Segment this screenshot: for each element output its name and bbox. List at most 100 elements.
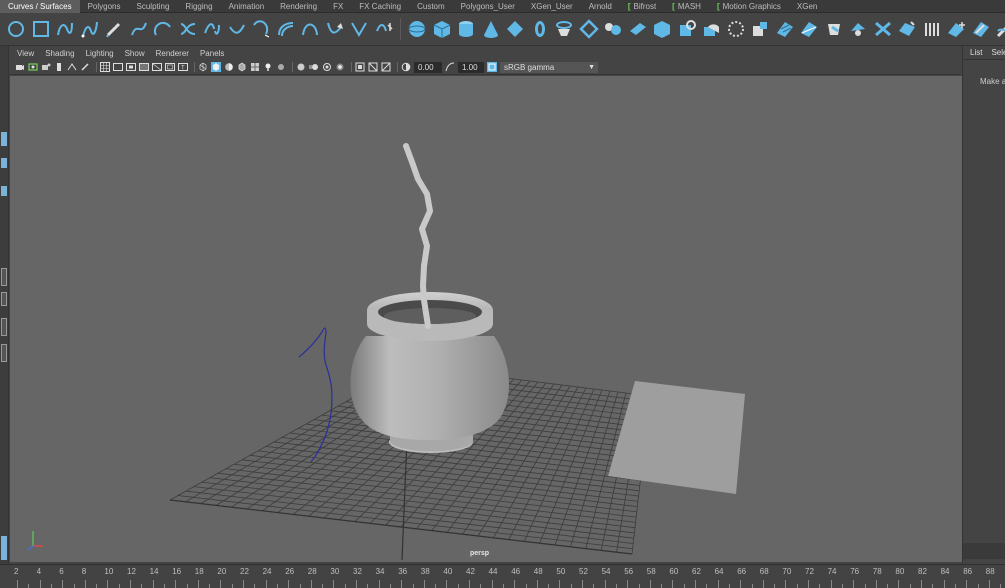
safe-title-icon[interactable]: T (178, 62, 188, 72)
shadows-icon[interactable] (276, 62, 286, 72)
add-points-icon[interactable] (374, 19, 394, 39)
extend-surface-icon[interactable] (946, 19, 966, 39)
cv-curve-icon[interactable] (55, 19, 75, 39)
sculpt-tool-icon[interactable] (995, 19, 1005, 39)
wireframe-on-shaded-icon[interactable] (237, 62, 247, 72)
default-material-icon[interactable] (224, 62, 234, 72)
shelf-tab-arnold[interactable]: Arnold (581, 0, 620, 13)
color-space-dropdown[interactable]: sRGB gamma ▼ (500, 61, 598, 73)
screen-space-ao-icon[interactable] (296, 62, 306, 72)
offset-curve-icon[interactable] (276, 19, 296, 39)
select-camera-icon[interactable] (15, 62, 25, 72)
time-slider[interactable]: 2 4 6 8 10 12 14 16 18 20 22 24 26 28 30 32 34 36 38 40 42 44… (0, 564, 1005, 588)
nurbs-cone-icon[interactable] (481, 19, 501, 39)
shelf-tab-rendering[interactable]: Rendering (272, 0, 325, 13)
tool-marker[interactable] (1, 186, 7, 196)
ep-curve-icon[interactable] (80, 19, 100, 39)
layout-button[interactable] (1, 268, 7, 286)
tool-marker[interactable] (1, 536, 7, 560)
shelf-tab-animation[interactable]: Animation (221, 0, 273, 13)
outliner-tab-list[interactable]: List (970, 48, 982, 57)
textured-icon[interactable] (250, 62, 260, 72)
shelf-tab-sculpting[interactable]: Sculpting (129, 0, 178, 13)
camera-attributes-icon[interactable] (28, 62, 38, 72)
shelf-tab-fx[interactable]: FX (325, 0, 351, 13)
anti-aliasing-icon[interactable] (322, 62, 332, 72)
layout-button[interactable] (1, 344, 7, 362)
attach-surfaces-icon[interactable] (848, 19, 868, 39)
tool-marker[interactable] (1, 132, 7, 146)
gate-mask-icon[interactable] (139, 62, 149, 72)
panel-menu-show[interactable]: Show (125, 49, 145, 58)
shelf-tab-curves-surfaces[interactable]: Curves / Surfaces (0, 0, 80, 13)
planar-icon[interactable] (603, 19, 623, 39)
lights-icon[interactable] (263, 62, 273, 72)
project-curve-icon[interactable] (750, 19, 770, 39)
panel-menu-panels[interactable]: Panels (200, 49, 224, 58)
tool-marker[interactable] (1, 158, 7, 168)
panel-menu-lighting[interactable]: Lighting (86, 49, 114, 58)
detach-curves-icon[interactable] (202, 19, 222, 39)
perspective-viewport[interactable]: persp (10, 76, 962, 562)
smooth-shade-icon[interactable] (211, 62, 221, 72)
isolate-select-icon[interactable] (355, 62, 365, 72)
insert-isoparm-icon[interactable] (922, 19, 942, 39)
shelf-tab-rigging[interactable]: Rigging (177, 0, 220, 13)
color-management-icon[interactable] (487, 62, 497, 72)
extrude-icon[interactable] (628, 19, 648, 39)
boundary-icon[interactable] (677, 19, 697, 39)
safe-action-icon[interactable] (165, 62, 175, 72)
bookmark-icon[interactable] (41, 62, 51, 72)
shelf-tab-polygons[interactable]: Polygons (80, 0, 129, 13)
shelf-tab-motion-graphics[interactable]: [Motion Graphics (709, 0, 789, 13)
nurbs-sphere-icon[interactable] (407, 19, 427, 39)
image-plane-icon[interactable] (54, 62, 64, 72)
reverse-curve-icon[interactable] (325, 19, 345, 39)
birail-icon[interactable] (652, 19, 672, 39)
shelf-tab-xgen-user[interactable]: XGen_User (523, 0, 581, 13)
scene-canvas[interactable] (10, 76, 962, 562)
nurbs-plane-icon[interactable] (505, 19, 525, 39)
two-d-pan-icon[interactable] (67, 62, 77, 72)
shelf-tab-custom[interactable]: Custom (409, 0, 453, 13)
resolution-gate-icon[interactable] (126, 62, 136, 72)
depth-of-field-icon[interactable] (335, 62, 345, 72)
shelf-tab-xgen[interactable]: XGen (789, 0, 825, 13)
rebuild-curve-icon[interactable] (300, 19, 320, 39)
loft-icon[interactable] (578, 19, 599, 39)
open-close-icon[interactable] (897, 19, 917, 39)
layout-button[interactable] (1, 292, 7, 306)
panel-menu-shading[interactable]: Shading (45, 49, 74, 58)
shelf-tab-fx-caching[interactable]: FX Caching (351, 0, 409, 13)
gamma-field[interactable]: 1.00 (458, 61, 484, 73)
nurbs-square-icon[interactable] (31, 19, 51, 39)
nurbs-cube-icon[interactable] (432, 19, 452, 39)
extend-curve-icon[interactable] (251, 19, 271, 39)
attach-curves-icon[interactable] (178, 19, 198, 39)
shelf-tab-bifrost[interactable]: [Bifrost (620, 0, 664, 13)
panel-menu-view[interactable]: View (17, 49, 34, 58)
xray-icon[interactable] (368, 62, 378, 72)
untrim-icon[interactable] (824, 19, 844, 39)
shelf-tab-mash[interactable]: [MASH (664, 0, 709, 13)
trim-tool-icon[interactable] (799, 19, 819, 39)
detach-surfaces-icon[interactable] (873, 19, 893, 39)
nurbs-torus-icon[interactable] (530, 19, 550, 39)
grid-icon[interactable] (100, 62, 110, 72)
fillet-curve-icon[interactable] (349, 19, 369, 39)
shelf-tab-polygons-user[interactable]: Polygons_User (453, 0, 523, 13)
outliner-tab-sele[interactable]: Sele (991, 48, 1005, 57)
square-surface-icon[interactable] (701, 19, 721, 39)
exposure-field[interactable]: 0.00 (414, 61, 442, 73)
field-chart-icon[interactable] (152, 62, 162, 72)
wireframe-icon[interactable] (198, 62, 208, 72)
rebuild-surface-icon[interactable] (971, 19, 991, 39)
grease-pencil-icon[interactable] (80, 62, 90, 72)
insert-knot-icon[interactable] (227, 19, 247, 39)
revolve-icon[interactable] (554, 19, 574, 39)
intersect-icon[interactable] (775, 19, 795, 39)
xray-joints-icon[interactable] (381, 62, 391, 72)
nurbs-cylinder-icon[interactable] (456, 19, 476, 39)
exposure-icon[interactable] (401, 62, 411, 72)
pencil-curve-icon[interactable] (104, 19, 124, 39)
